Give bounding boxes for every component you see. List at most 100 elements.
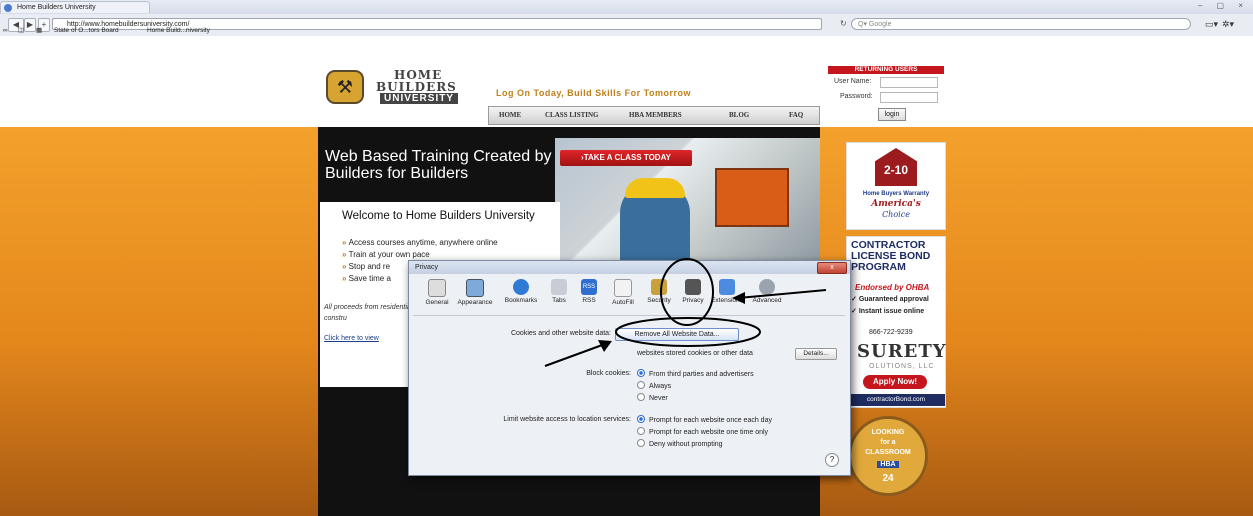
- autofill-icon: [614, 279, 632, 297]
- bond-ad[interactable]: CONTRACTOR LICENSE BOND PROGRAM Endorsed…: [846, 236, 946, 408]
- classroom-ad[interactable]: LOOKING for a CLASSROOM HBA 24: [848, 416, 928, 496]
- bond-check1-text: Guaranteed approval: [858, 296, 929, 303]
- location-option-daily[interactable]: Prompt for each website once each day: [637, 415, 772, 424]
- dialog-titlebar: Privacy: [409, 261, 850, 274]
- bond-check2: ✓ Instant issue online: [851, 308, 925, 315]
- nav-class-listing[interactable]: CLASS LISTING: [545, 107, 599, 124]
- nav-faq[interactable]: FAQ: [789, 107, 803, 124]
- radio-label: Deny without prompting: [649, 441, 723, 448]
- list-item: » Access courses anytime, anywhere onlin…: [342, 238, 498, 247]
- extensions-icon: [719, 279, 735, 295]
- tab-bookmarks[interactable]: Bookmarks: [501, 277, 541, 313]
- bond-url[interactable]: contractorBond.com: [847, 394, 945, 406]
- preferences-toolbar: General Appearance Bookmarks Tabs RSS RS…: [413, 277, 845, 316]
- hero-headline: Web Based Training Created by Builders f…: [325, 148, 552, 182]
- tab-autofill[interactable]: AutoFill: [603, 277, 643, 313]
- window-controls[interactable]: – ▢ ×: [1198, 1, 1249, 10]
- site-tagline: Log On Today, Build Skills For Tomorrow: [496, 88, 691, 98]
- open-book-icon[interactable]: ◫: [18, 25, 24, 36]
- close-button[interactable]: x: [817, 262, 847, 274]
- warranty-ad[interactable]: 2-10 Home Buyers Warranty America's Choi…: [846, 142, 946, 230]
- tab-label: General: [425, 299, 449, 306]
- remove-all-data-button[interactable]: Remove All Website Data...: [615, 328, 739, 341]
- classroom-line3: CLASSROOM: [865, 449, 911, 456]
- site-logo[interactable]: ⚒ HOME BUILDERS UNIVERSITY: [318, 65, 466, 117]
- help-button[interactable]: ?: [825, 453, 839, 467]
- click-here-link[interactable]: Click here to view: [324, 335, 379, 342]
- bookmarks-icon: [513, 279, 529, 295]
- block-cookies-label: Block cookies:: [586, 370, 631, 377]
- login-header: RETURNING USERS: [828, 66, 944, 74]
- location-label: Limit website access to location service…: [503, 416, 631, 423]
- privacy-settings: Cookies and other website data: Remove A…: [409, 316, 850, 475]
- warranty-line3: Choice: [882, 210, 910, 219]
- title-bar: Home Builders University – ▢ ×: [0, 0, 1253, 15]
- warranty-number: 2-10: [883, 163, 909, 177]
- privacy-icon: [685, 279, 701, 295]
- login-button[interactable]: login: [878, 108, 906, 121]
- cookies-label: Cookies and other website data:: [510, 330, 611, 337]
- details-button[interactable]: Details...: [795, 348, 837, 360]
- tab-label: Appearance: [457, 299, 493, 306]
- login-box: RETURNING USERS User Name: Password: log…: [826, 66, 946, 121]
- username-label: User Name:: [834, 78, 872, 85]
- block-option-always[interactable]: Always: [637, 381, 671, 390]
- bookmark-item[interactable]: State of O...tors Board: [54, 25, 119, 36]
- location-option-once[interactable]: Prompt for each website one time only: [637, 427, 768, 436]
- appearance-icon: [466, 279, 484, 297]
- tab-advanced[interactable]: Advanced: [747, 277, 787, 313]
- truck-image: [715, 168, 789, 227]
- bond-check1: ✓ Guaranteed approval: [851, 296, 929, 303]
- bookmarks-bar: ∞ ◫ ▦ State of O...tors Board Home Build…: [0, 25, 1253, 36]
- radio-selected-icon: [637, 415, 645, 423]
- radio-label: Never: [649, 395, 668, 402]
- tab-general[interactable]: General: [417, 277, 457, 313]
- bond-check2-text: Instant issue online: [858, 308, 925, 315]
- bond-endorsed: Endorsed by OHBA: [855, 283, 930, 292]
- apply-now-button[interactable]: Apply Now!: [863, 375, 927, 389]
- stored-data-text: websites stored cookies or other data: [637, 350, 753, 357]
- password-field[interactable]: [880, 92, 938, 103]
- general-icon: [428, 279, 446, 297]
- tab-label: Advanced: [752, 297, 782, 304]
- surety-logo: SURETY: [857, 341, 947, 362]
- nav-hba-members[interactable]: HBA MEMBERS: [629, 107, 682, 124]
- bullet-text: Train at your own pace: [348, 250, 430, 259]
- block-option-third-party[interactable]: From third parties and advertisers: [637, 369, 754, 378]
- warranty-line1: Home Buyers Warranty: [862, 191, 930, 197]
- nav-blog[interactable]: BLOG: [729, 107, 749, 124]
- tab-label: Bookmarks: [504, 297, 538, 304]
- hammer-icon: ⚒: [326, 70, 364, 104]
- bond-heading: CONTRACTOR LICENSE BOND PROGRAM: [851, 239, 931, 273]
- top-sites-icon[interactable]: ▦: [36, 25, 42, 36]
- rss-icon: RSS: [581, 279, 597, 295]
- radio-icon: [637, 439, 645, 447]
- radio-label: Prompt for each website once each day: [649, 417, 772, 424]
- block-option-never[interactable]: Never: [637, 393, 668, 402]
- list-item: » Train at your own pace: [342, 250, 430, 259]
- privacy-dialog: Privacy x General Appearance Bookmarks T…: [408, 260, 851, 476]
- tab-extensions[interactable]: Extensions: [707, 277, 747, 313]
- radio-label: Always: [649, 383, 672, 390]
- favicon-icon: [4, 4, 12, 12]
- take-class-button[interactable]: ›TAKE A CLASS TODAY: [560, 150, 692, 166]
- bond-phone: 866-722-9239: [869, 329, 913, 336]
- tab-title: Home Builders University: [17, 4, 96, 11]
- tab-label: Extensions: [711, 297, 743, 304]
- nav-home[interactable]: HOME: [499, 107, 521, 124]
- bookmark-item[interactable]: Home Build...niversity: [147, 25, 210, 36]
- location-option-deny[interactable]: Deny without prompting: [637, 439, 723, 448]
- radio-label: Prompt for each website one time only: [649, 429, 769, 436]
- reading-list-icon[interactable]: ∞: [3, 25, 8, 36]
- classroom-number: 24: [882, 473, 894, 484]
- tab-appearance[interactable]: Appearance: [455, 277, 495, 313]
- main-nav: HOME CLASS LISTING HBA MEMBERS BLOG FAQ: [488, 106, 820, 125]
- radio-label: From third parties and advertisers: [649, 371, 754, 378]
- radio-icon: [637, 427, 645, 435]
- list-item: » Stop and re: [342, 262, 391, 271]
- bullet-text: Save time a: [348, 274, 391, 283]
- logo-line2: BUILDERS: [376, 80, 457, 94]
- classroom-line1: LOOKING: [871, 429, 905, 436]
- browser-tab[interactable]: Home Builders University: [0, 1, 150, 13]
- username-field[interactable]: [880, 77, 938, 88]
